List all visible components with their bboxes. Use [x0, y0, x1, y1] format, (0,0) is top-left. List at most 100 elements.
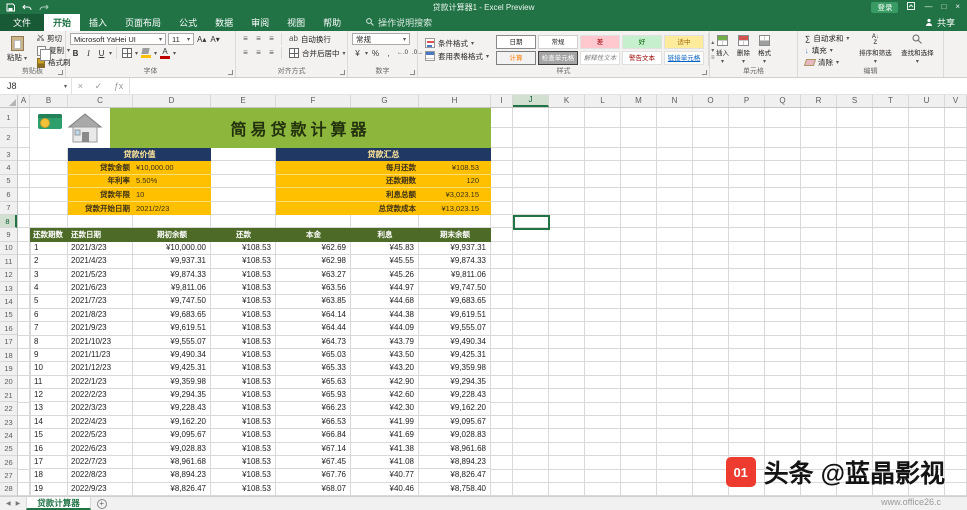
table-cell[interactable]: ¥41.38	[351, 443, 419, 455]
dialog-launcher-icon[interactable]	[410, 70, 415, 75]
table-cell[interactable]: ¥8,758.40	[419, 483, 491, 495]
row-header-15[interactable]: 15	[0, 309, 17, 322]
row-header-8[interactable]: 8	[0, 215, 17, 228]
row-header-21[interactable]: 21	[0, 389, 17, 402]
row-header-25[interactable]: 25	[0, 443, 17, 456]
table-row[interactable]: 12021/3/23¥10,000.00¥108.53¥62.69¥45.83¥…	[30, 242, 491, 255]
table-cell[interactable]: ¥9,555.07	[133, 336, 211, 348]
table-cell[interactable]: 2022/1/23	[68, 376, 133, 388]
table-row[interactable]: 132022/3/23¥9,228.43¥108.53¥66.23¥42.30¥…	[30, 402, 491, 415]
table-cell[interactable]: ¥9,228.43	[419, 389, 491, 401]
minimize-icon[interactable]: —	[924, 2, 932, 12]
column-header-M[interactable]: M	[621, 95, 657, 107]
cell-style-检查单元格[interactable]: 检查单元格	[538, 51, 578, 65]
column-header-D[interactable]: D	[133, 95, 211, 107]
table-cell[interactable]: ¥9,028.83	[133, 443, 211, 455]
table-row[interactable]: 82021/10/23¥9,555.07¥108.53¥64.73¥43.79¥…	[30, 336, 491, 349]
table-cell[interactable]: 2022/8/23	[68, 469, 133, 481]
font-name-select[interactable]: Microsoft YaHei UI▾	[70, 33, 166, 45]
table-cell[interactable]: ¥66.84	[276, 429, 351, 441]
cell-style-差[interactable]: 差	[580, 35, 620, 49]
cell-style-警告文本[interactable]: 警告文本	[622, 51, 662, 65]
row-header-17[interactable]: 17	[0, 335, 17, 348]
column-header-K[interactable]: K	[549, 95, 585, 107]
fill-button[interactable]: ↓填充 ▾	[802, 45, 852, 56]
tab-审阅[interactable]: 审阅	[242, 14, 278, 31]
comma-style-button[interactable]: ,	[383, 47, 394, 59]
table-cell[interactable]: ¥9,490.34	[419, 336, 491, 348]
table-cell[interactable]: ¥9,747.50	[133, 295, 211, 307]
table-cell[interactable]: ¥108.53	[211, 443, 276, 455]
cell-style-解释性文本[interactable]: 解释性文本	[580, 51, 620, 65]
table-cell[interactable]: ¥67.45	[276, 456, 351, 468]
row-header-11[interactable]: 11	[0, 255, 17, 268]
name-box[interactable]: J8▾	[0, 78, 72, 94]
table-cell[interactable]: ¥108.53	[211, 255, 276, 267]
row-header-19[interactable]: 19	[0, 362, 17, 375]
row-header-16[interactable]: 16	[0, 322, 17, 335]
table-row[interactable]: 162022/6/23¥9,028.83¥108.53¥67.14¥41.38¥…	[30, 443, 491, 456]
table-cell[interactable]: ¥108.53	[211, 362, 276, 374]
table-cell[interactable]: 2021/6/23	[68, 282, 133, 294]
tab-帮助[interactable]: 帮助	[314, 14, 350, 31]
underline-button[interactable]: U	[96, 47, 107, 59]
column-header-B[interactable]: B	[30, 95, 68, 107]
tab-开始[interactable]: 开始	[44, 14, 80, 31]
autosum-button[interactable]: ∑自动求和 ▾	[802, 33, 852, 44]
table-row[interactable]: 112022/1/23¥9,359.98¥108.53¥65.63¥42.90¥…	[30, 376, 491, 389]
bold-button[interactable]: B	[70, 47, 81, 59]
table-cell[interactable]: ¥9,359.98	[419, 362, 491, 374]
loan-field-value[interactable]: ¥13,023.15	[419, 204, 491, 213]
table-cell[interactable]: ¥43.20	[351, 362, 419, 374]
column-header-E[interactable]: E	[211, 95, 276, 107]
font-color-button[interactable]: A	[159, 47, 171, 59]
dialog-launcher-icon[interactable]	[702, 70, 707, 75]
table-cell[interactable]: ¥9,095.67	[419, 416, 491, 428]
sheet-prev-icon[interactable]: ◀	[6, 500, 11, 507]
delete-cells-button[interactable]: 删除▾	[735, 34, 752, 66]
table-row[interactable]: 192022/9/23¥8,826.47¥108.53¥68.07¥40.46¥…	[30, 483, 491, 496]
table-cell[interactable]: ¥9,619.51	[419, 309, 491, 321]
row-header-13[interactable]: 13	[0, 282, 17, 295]
table-cell[interactable]: ¥108.53	[211, 483, 276, 495]
column-header-F[interactable]: F	[276, 95, 351, 107]
table-cell[interactable]: ¥9,162.20	[419, 402, 491, 414]
row-header-23[interactable]: 23	[0, 416, 17, 429]
insert-cells-button[interactable]: 插入▾	[714, 34, 731, 66]
column-header-N[interactable]: N	[657, 95, 693, 107]
find-select-button[interactable]: 查找和选择▾	[898, 33, 936, 66]
row-header-26[interactable]: 26	[0, 456, 17, 469]
table-cell[interactable]: ¥108.53	[211, 322, 276, 334]
italic-button[interactable]: I	[83, 47, 94, 59]
row-header-4[interactable]: 4	[0, 161, 17, 174]
table-cell[interactable]: ¥108.53	[211, 282, 276, 294]
table-cell[interactable]: 2022/3/23	[68, 402, 133, 414]
table-cell[interactable]: ¥8,826.47	[419, 469, 491, 481]
spreadsheet-grid[interactable]: 1234567891011121314151617181920212223242…	[0, 108, 967, 496]
conditional-formatting-button[interactable]: 条件格式 ▾	[422, 38, 492, 49]
table-cell[interactable]: 11	[30, 376, 68, 388]
table-cell[interactable]: ¥41.08	[351, 456, 419, 468]
table-cell[interactable]: ¥8,894.23	[133, 469, 211, 481]
table-cell[interactable]: ¥9,683.65	[419, 295, 491, 307]
table-cell[interactable]: ¥9,162.20	[133, 416, 211, 428]
table-cell[interactable]: ¥45.83	[351, 242, 419, 254]
loan-field-value[interactable]: ¥10,000.00	[133, 163, 211, 172]
column-header-V[interactable]: V	[945, 95, 967, 107]
table-cell[interactable]: 2	[30, 255, 68, 267]
number-format-select[interactable]: 常规▾	[352, 33, 410, 45]
table-cell[interactable]: ¥45.55	[351, 255, 419, 267]
cell-style-日期[interactable]: 日期	[496, 35, 536, 49]
table-cell[interactable]: ¥108.53	[211, 416, 276, 428]
loan-field-value[interactable]: 5.50%	[133, 176, 211, 185]
table-cell[interactable]: ¥66.23	[276, 402, 351, 414]
table-cell[interactable]: ¥63.27	[276, 269, 351, 281]
tab-视图[interactable]: 视图	[278, 14, 314, 31]
align-right-button[interactable]: ≡	[266, 47, 277, 59]
table-row[interactable]: 92021/11/23¥9,490.34¥108.53¥65.03¥43.50¥…	[30, 349, 491, 362]
table-cell[interactable]: 9	[30, 349, 68, 361]
table-row[interactable]: 142022/4/23¥9,162.20¥108.53¥66.53¥41.99¥…	[30, 416, 491, 429]
table-cell[interactable]: ¥108.53	[211, 376, 276, 388]
align-top-button[interactable]: ≡	[240, 33, 251, 45]
table-cell[interactable]: 2021/4/23	[68, 255, 133, 267]
